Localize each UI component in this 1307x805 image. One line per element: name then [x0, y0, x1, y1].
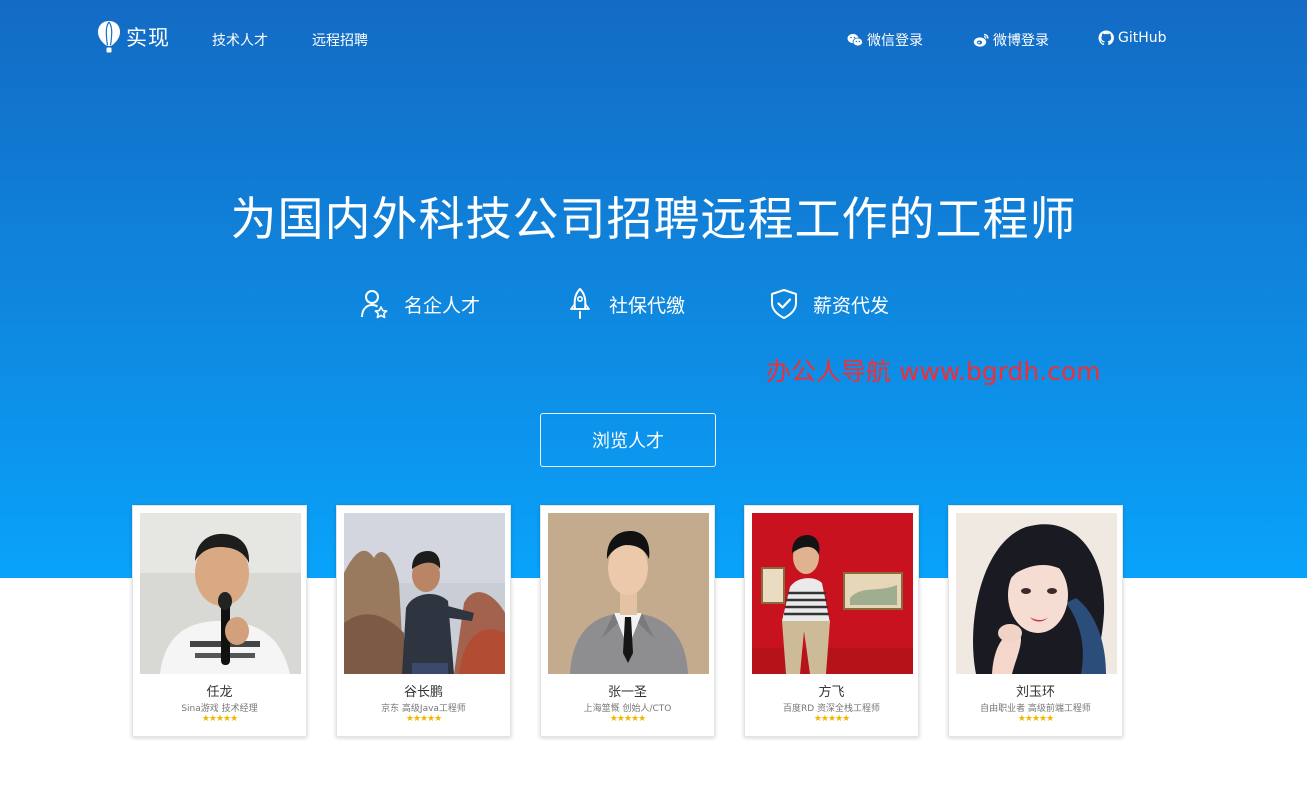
top-nav: 实现 技术人才 远程招聘 微信登录 微博登录 GitHub: [0, 0, 1307, 78]
talent-title: 自由职业者 高级前端工程师: [980, 704, 1091, 714]
weibo-login-label: 微博登录: [993, 33, 1049, 49]
weibo-login-link[interactable]: 微博登录: [973, 30, 1049, 50]
rating-stars: ★★★★★: [1017, 714, 1054, 724]
talent-photo: [344, 513, 505, 674]
wechat-icon: [847, 33, 863, 47]
talent-photo: [140, 513, 301, 674]
talent-photo: [548, 513, 709, 674]
feature-top-talent-label: 名企人才: [404, 294, 481, 317]
rating-stars: ★★★★★: [813, 714, 850, 724]
talent-title: 京东 高级Java工程师: [381, 704, 466, 714]
rating-stars: ★★★★★: [201, 714, 238, 724]
user-star-icon: [361, 290, 388, 319]
portrait-image: [140, 513, 301, 674]
portrait-image: [344, 513, 505, 674]
hero-headline: 为国内外科技公司招聘远程工作的工程师: [230, 192, 1077, 246]
feature-social-insurance-label: 社保代缴: [609, 294, 686, 317]
github-link[interactable]: GitHub: [1098, 30, 1167, 46]
talent-card[interactable]: 刘玉环 自由职业者 高级前端工程师 ★★★★★: [948, 505, 1123, 737]
talent-title: 上海筮慨 创始人/CTO: [583, 704, 672, 714]
talent-name: 张一圣: [607, 685, 647, 700]
rating-stars: ★★★★★: [609, 714, 646, 724]
wechat-login-link[interactable]: 微信登录: [847, 30, 923, 50]
nav-link-tech-talent[interactable]: 技术人才: [212, 30, 268, 50]
github-label: GitHub: [1118, 30, 1167, 46]
rating-stars: ★★★★★: [405, 714, 442, 724]
feature-payroll: 薪资代发: [769, 288, 889, 320]
portrait-image: [956, 513, 1117, 674]
watermark-text: 办公人导航 www.bgrdh.com: [766, 357, 1101, 386]
logo-text: 实现: [126, 26, 170, 50]
feature-social-insurance: 社保代缴: [565, 288, 685, 320]
talent-card[interactable]: 方飞 百度RD 资深全栈工程师 ★★★★★: [744, 505, 919, 737]
portrait-image: [752, 513, 913, 674]
browse-talent-button[interactable]: 浏览人才: [540, 413, 716, 467]
talent-name: 谷长鹏: [403, 685, 443, 700]
rocket-icon: [570, 288, 590, 319]
talent-card[interactable]: 谷长鹏 京东 高级Java工程师 ★★★★★: [336, 505, 511, 737]
wechat-login-label: 微信登录: [867, 33, 923, 49]
talent-title: 百度RD 资深全栈工程师: [782, 704, 881, 714]
talent-photo: [752, 513, 913, 674]
portrait-image: [548, 513, 709, 674]
talent-name: 方飞: [818, 685, 845, 700]
weibo-icon: [973, 33, 989, 47]
talent-card[interactable]: 张一圣 上海筮慨 创始人/CTO ★★★★★: [540, 505, 715, 737]
github-icon: [1098, 30, 1114, 46]
feature-payroll-label: 薪资代发: [813, 294, 890, 317]
talent-card[interactable]: 任龙 Sina游戏 技术经理 ★★★★★: [132, 505, 307, 737]
talent-name: 任龙: [206, 685, 233, 700]
shield-check-icon: [771, 289, 797, 319]
balloon-logo-icon: [98, 21, 120, 53]
logo[interactable]: 实现: [97, 20, 170, 54]
talent-title: Sina游戏 技术经理: [181, 704, 258, 714]
talent-name: 刘玉环: [1015, 685, 1055, 700]
nav-link-remote-hiring[interactable]: 远程招聘: [312, 30, 368, 50]
talent-photo: [956, 513, 1117, 674]
feature-top-talent: 名企人才: [360, 288, 480, 320]
